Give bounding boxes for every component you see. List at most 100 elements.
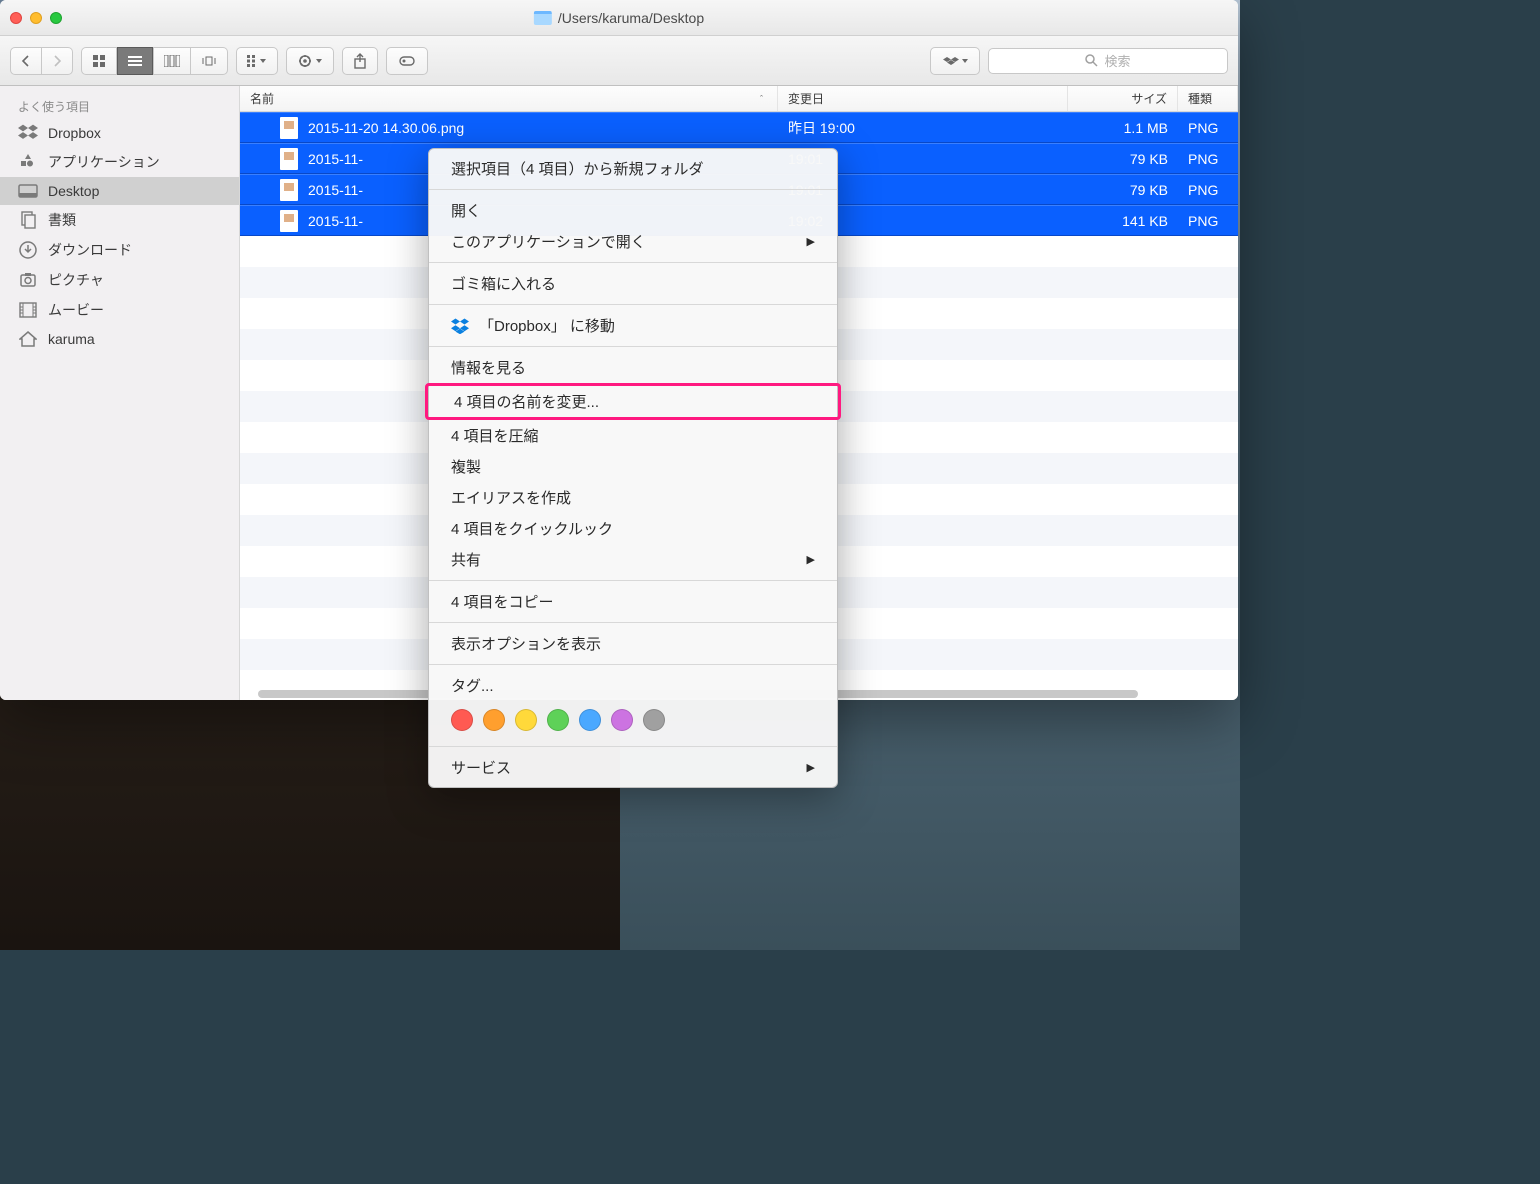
- view-coverflow-button[interactable]: [191, 47, 228, 75]
- sidebar-item-downloads[interactable]: ダウンロード: [0, 235, 239, 265]
- column-header-kind[interactable]: 種類: [1178, 86, 1238, 111]
- apps-icon: [18, 153, 38, 171]
- chevron-right-icon: ▶: [807, 761, 815, 774]
- file-kind-label: PNG: [1178, 151, 1238, 167]
- menu-separator: [429, 346, 837, 347]
- titlebar[interactable]: /Users/karuma/Desktop: [0, 0, 1238, 36]
- tags-button[interactable]: [386, 47, 428, 75]
- back-button[interactable]: [10, 47, 42, 75]
- menu-make-alias[interactable]: エイリアスを作成: [429, 482, 837, 513]
- tag-color-dot[interactable]: [515, 709, 537, 731]
- file-name-label: 2015-11-: [308, 151, 363, 167]
- file-name-label: 2015-11-: [308, 182, 363, 198]
- sidebar-item-label: Desktop: [48, 183, 99, 199]
- folder-icon: [534, 11, 552, 25]
- context-menu: 選択項目（4 項目）から新規フォルダ 開く このアプリケーションで開く▶ ゴミ箱…: [428, 148, 838, 788]
- movies-icon: [18, 301, 38, 319]
- menu-copy[interactable]: 4 項目をコピー: [429, 586, 837, 617]
- docs-icon: [18, 211, 38, 229]
- sidebar-item-label: 書類: [48, 210, 76, 230]
- menu-new-folder-from-selection[interactable]: 選択項目（4 項目）から新規フォルダ: [429, 153, 837, 184]
- file-row[interactable]: 2015-11-20 14.30.06.png昨日 19:001.1 MBPNG: [240, 112, 1238, 143]
- column-header-name[interactable]: 名前ˆ: [240, 86, 778, 111]
- sidebar-item-movies[interactable]: ムービー: [0, 295, 239, 325]
- search-field[interactable]: 検索: [988, 48, 1228, 74]
- sidebar-item-docs[interactable]: 書類: [0, 205, 239, 235]
- nav-buttons: [10, 47, 73, 75]
- menu-separator: [429, 580, 837, 581]
- sort-arrow-icon: ˆ: [760, 94, 763, 104]
- minimize-button[interactable]: [30, 12, 42, 24]
- tag-color-dot[interactable]: [451, 709, 473, 731]
- file-size-label: 1.1 MB: [1068, 120, 1178, 136]
- menu-separator: [429, 304, 837, 305]
- menu-separator: [429, 664, 837, 665]
- chevron-right-icon: ▶: [807, 235, 815, 248]
- column-headers: 名前ˆ 変更日 サイズ 種類: [240, 86, 1238, 112]
- file-thumbnail-icon: [280, 179, 298, 201]
- view-columns-button[interactable]: [153, 47, 191, 75]
- sidebar-item-dropbox[interactable]: Dropbox: [0, 119, 239, 147]
- menu-separator: [429, 262, 837, 263]
- sidebar-item-home[interactable]: karuma: [0, 325, 239, 353]
- window-controls: [10, 12, 62, 24]
- view-icons-button[interactable]: [81, 47, 117, 75]
- maximize-button[interactable]: [50, 12, 62, 24]
- dropbox-icon: [451, 318, 469, 334]
- sidebar-item-pictures[interactable]: ピクチャ: [0, 265, 239, 295]
- column-header-size[interactable]: サイズ: [1068, 86, 1178, 111]
- close-button[interactable]: [10, 12, 22, 24]
- tag-color-dot[interactable]: [483, 709, 505, 731]
- action-button[interactable]: [286, 47, 334, 75]
- file-kind-label: PNG: [1178, 213, 1238, 229]
- menu-tags[interactable]: タグ...: [429, 670, 837, 701]
- tag-color-row: [429, 701, 837, 741]
- file-size-label: 79 KB: [1068, 151, 1178, 167]
- menu-compress[interactable]: 4 項目を圧縮: [429, 420, 837, 451]
- sidebar-item-label: Dropbox: [48, 125, 101, 141]
- tag-color-dot[interactable]: [579, 709, 601, 731]
- menu-move-to-trash[interactable]: ゴミ箱に入れる: [429, 268, 837, 299]
- search-icon: [1085, 54, 1098, 67]
- menu-open-with[interactable]: このアプリケーションで開く▶: [429, 226, 837, 257]
- file-kind-label: PNG: [1178, 182, 1238, 198]
- share-button[interactable]: [342, 47, 378, 75]
- menu-get-info[interactable]: 情報を見る: [429, 352, 837, 383]
- menu-services[interactable]: サービス▶: [429, 752, 837, 783]
- file-date-label: 昨日 19:00: [778, 118, 1068, 138]
- sidebar-item-label: karuma: [48, 331, 95, 347]
- menu-show-view-options[interactable]: 表示オプションを表示: [429, 628, 837, 659]
- tag-color-dot[interactable]: [643, 709, 665, 731]
- desktop-icon: [18, 182, 38, 200]
- downloads-icon: [18, 241, 38, 259]
- menu-rename-items[interactable]: 4 項目の名前を変更...: [428, 386, 838, 417]
- menu-share[interactable]: 共有▶: [429, 544, 837, 575]
- file-size-label: 141 KB: [1068, 213, 1178, 229]
- dropbox-toolbar-button[interactable]: [930, 47, 980, 75]
- tag-color-dot[interactable]: [547, 709, 569, 731]
- sidebar-item-label: ダウンロード: [48, 240, 132, 260]
- tag-color-dot[interactable]: [611, 709, 633, 731]
- view-mode-group: [81, 47, 228, 75]
- menu-move-to-dropbox[interactable]: 「Dropbox」 に移動: [429, 310, 837, 341]
- title-path-label: /Users/karuma/Desktop: [558, 10, 704, 26]
- menu-open[interactable]: 開く: [429, 195, 837, 226]
- pictures-icon: [18, 271, 38, 289]
- menu-separator: [429, 622, 837, 623]
- view-list-button[interactable]: [117, 47, 153, 75]
- file-thumbnail-icon: [280, 210, 298, 232]
- file-name-label: 2015-11-: [308, 213, 363, 229]
- sidebar-item-desktop[interactable]: Desktop: [0, 177, 239, 205]
- column-header-date[interactable]: 変更日: [778, 86, 1068, 111]
- sidebar: よく使う項目 DropboxアプリケーションDesktop書類ダウンロードピクチ…: [0, 86, 240, 700]
- sidebar-item-apps[interactable]: アプリケーション: [0, 147, 239, 177]
- menu-duplicate[interactable]: 複製: [429, 451, 837, 482]
- menu-quicklook[interactable]: 4 項目をクイックルック: [429, 513, 837, 544]
- file-thumbnail-icon: [280, 117, 298, 139]
- file-size-label: 79 KB: [1068, 182, 1178, 198]
- menu-rename-highlight: 4 項目の名前を変更...: [425, 383, 841, 420]
- sidebar-item-label: ムービー: [48, 300, 104, 320]
- forward-button[interactable]: [42, 47, 73, 75]
- arrange-button[interactable]: [236, 47, 278, 75]
- sidebar-item-label: アプリケーション: [48, 152, 160, 172]
